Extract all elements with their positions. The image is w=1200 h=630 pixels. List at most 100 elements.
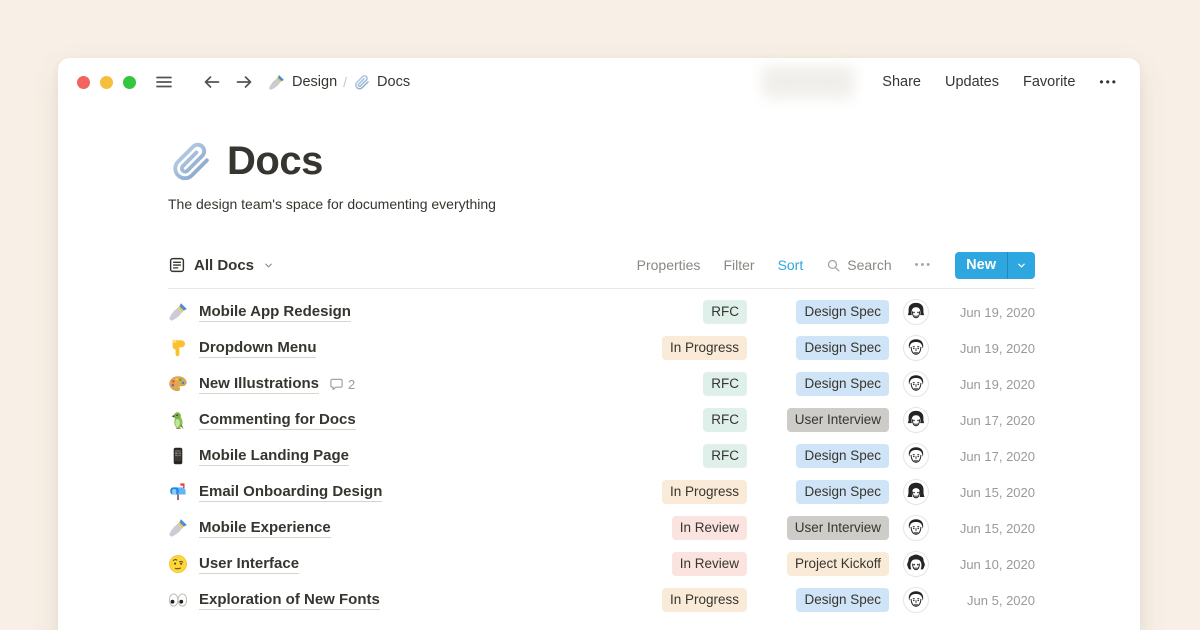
mailbox-icon [168, 482, 188, 502]
table-row: User Interface In Review Project Kickoff… [168, 546, 1035, 582]
page-title: Docs [227, 139, 323, 184]
doc-title-link[interactable]: Mobile Landing Page [199, 447, 349, 466]
brush-icon [168, 518, 188, 538]
status-tag[interactable]: In Review [672, 516, 747, 540]
doc-title-link[interactable]: Commenting for Docs [199, 411, 356, 430]
window-controls [77, 76, 136, 89]
breadcrumb-docs[interactable]: Docs [353, 74, 410, 91]
type-tag[interactable]: User Interview [787, 408, 889, 432]
doc-title-link[interactable]: Exploration of New Fonts [199, 591, 380, 610]
app-window: Design / Docs Share Updates Favorite •••… [58, 58, 1140, 630]
new-button[interactable]: New [955, 252, 1007, 279]
date-label: Jun 17, 2020 [942, 413, 1035, 428]
doc-title-link[interactable]: New Illustrations [199, 375, 319, 394]
table-row: Exploration of New Fonts In Progress Des… [168, 582, 1035, 618]
type-tag[interactable]: Design Spec [796, 336, 889, 360]
avatar-man [904, 372, 928, 396]
page-subtitle: The design team's space for documenting … [168, 196, 1035, 212]
date-label: Jun 17, 2020 [942, 449, 1035, 464]
doc-title-link[interactable]: Mobile App Redesign [199, 303, 351, 322]
forward-arrow-icon[interactable] [234, 72, 254, 92]
new-dropdown-button[interactable] [1008, 252, 1035, 279]
zoom-window-button[interactable] [123, 76, 136, 89]
back-arrow-icon[interactable] [202, 72, 222, 92]
filter-button[interactable]: Filter [723, 257, 754, 273]
view-switcher-all-docs[interactable]: All Docs [168, 256, 274, 274]
close-window-button[interactable] [77, 76, 90, 89]
status-tag[interactable]: In Review [672, 552, 747, 576]
breadcrumb-separator: / [343, 74, 347, 90]
properties-button[interactable]: Properties [637, 257, 701, 273]
date-label: Jun 15, 2020 [942, 485, 1035, 500]
table-row: Email Onboarding Design In Progress Desi… [168, 474, 1035, 510]
sort-button[interactable]: Sort [778, 257, 804, 273]
table-row: Mobile Experience In Review User Intervi… [168, 510, 1035, 546]
table-row: New Illustrations 2 RFC Design Spec Jun … [168, 366, 1035, 402]
table-row: Commenting for Docs RFC User Interview J… [168, 402, 1035, 438]
blurred-element [762, 66, 854, 98]
docs-table: Mobile App Redesign RFC Design Spec Jun … [168, 294, 1035, 618]
share-button[interactable]: Share [882, 74, 921, 90]
date-label: Jun 5, 2020 [942, 593, 1035, 608]
minimize-window-button[interactable] [100, 76, 113, 89]
breadcrumb-design-label: Design [292, 74, 337, 90]
avatar-woman-b [904, 480, 928, 504]
comment-count-badge: 2 [329, 377, 355, 392]
paperclip-icon [353, 74, 370, 91]
date-label: Jun 10, 2020 [942, 557, 1035, 572]
eyes-icon [168, 590, 188, 610]
status-tag[interactable]: RFC [703, 372, 747, 396]
status-tag[interactable]: RFC [703, 444, 747, 468]
avatar-man [904, 336, 928, 360]
more-options-icon[interactable]: ••• [1099, 75, 1118, 89]
paintbrush-icon [268, 74, 285, 91]
avatar-man [904, 516, 928, 540]
status-tag[interactable]: RFC [703, 408, 747, 432]
table-row: Mobile App Redesign RFC Design Spec Jun … [168, 294, 1035, 330]
status-tag[interactable]: RFC [703, 300, 747, 324]
search-button[interactable]: Search [826, 257, 891, 273]
table-divider [168, 288, 1035, 289]
parrot-icon [168, 410, 188, 430]
avatar-woman-a [904, 300, 928, 324]
type-tag[interactable]: Design Spec [796, 480, 889, 504]
type-tag[interactable]: Project Kickoff [787, 552, 889, 576]
toolbar-more-icon[interactable]: ••• [915, 259, 933, 271]
search-icon [826, 258, 841, 273]
doc-title-link[interactable]: User Interface [199, 555, 299, 574]
search-label: Search [847, 257, 891, 273]
brush-icon [168, 302, 188, 322]
type-tag[interactable]: Design Spec [796, 372, 889, 396]
date-label: Jun 19, 2020 [942, 341, 1035, 356]
type-tag[interactable]: Design Spec [796, 588, 889, 612]
page-paperclip-icon [168, 140, 212, 184]
point-down-icon [168, 338, 188, 358]
updates-button[interactable]: Updates [945, 74, 999, 90]
doc-title-link[interactable]: Dropdown Menu [199, 339, 316, 358]
phone-icon [168, 446, 188, 466]
date-label: Jun 19, 2020 [942, 377, 1035, 392]
date-label: Jun 15, 2020 [942, 521, 1035, 536]
avatar-woman-a [904, 408, 928, 432]
doc-title-link[interactable]: Email Onboarding Design [199, 483, 382, 502]
breadcrumb-docs-label: Docs [377, 74, 410, 90]
type-tag[interactable]: Design Spec [796, 300, 889, 324]
favorite-button[interactable]: Favorite [1023, 74, 1075, 90]
status-tag[interactable]: In Progress [662, 588, 747, 612]
status-tag[interactable]: In Progress [662, 480, 747, 504]
top-bar: Design / Docs Share Updates Favorite ••• [58, 58, 1140, 106]
chevron-down-icon [263, 260, 274, 271]
comment-icon [329, 377, 344, 392]
type-tag[interactable]: User Interview [787, 516, 889, 540]
avatar-woman-c [904, 552, 928, 576]
breadcrumb-design[interactable]: Design [268, 74, 337, 91]
sidebar-menu-icon[interactable] [154, 72, 174, 92]
table-row: Mobile Landing Page RFC Design Spec Jun … [168, 438, 1035, 474]
type-tag[interactable]: Design Spec [796, 444, 889, 468]
table-row: Dropdown Menu In Progress Design Spec Ju… [168, 330, 1035, 366]
doc-title-link[interactable]: Mobile Experience [199, 519, 331, 538]
palette-icon [168, 374, 188, 394]
status-tag[interactable]: In Progress [662, 336, 747, 360]
avatar-man [904, 444, 928, 468]
new-button-group: New [955, 252, 1035, 279]
